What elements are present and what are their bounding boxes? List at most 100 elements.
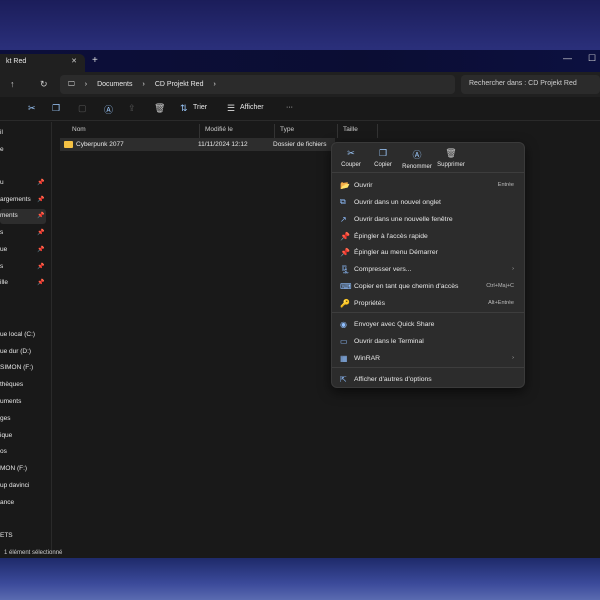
maximize-button[interactable]: ☐ [588,53,596,64]
pin-icon: 📌 [37,180,45,186]
tab-label: kt Red [6,58,27,65]
context-menu-item[interactable]: 📌 Épingler au menu Démarrer [336,244,522,260]
sidebar-item[interactable]: up davinci [0,479,46,494]
context-menu-item[interactable]: ◉ Envoyer avec Quick Share [336,316,522,332]
menu-item-label: WinRAR [354,354,381,362]
sidebar-item[interactable]: ue 📌 [0,243,46,258]
refresh-icon[interactable]: ↻ [40,79,48,90]
cut-icon[interactable]: ✂ [28,103,36,114]
chevron-icon: › [213,81,216,88]
sidebar-item-label: il [0,129,3,136]
sidebar-item-label: ges [0,415,11,422]
menu-item-label: Compresser vers... [354,265,412,273]
sidebar-item[interactable]: ance [0,496,46,511]
menu-item-shortcut: Entrée [497,182,514,188]
sidebar-item[interactable]: s 📌 [0,260,46,275]
sidebar-item-label: os [0,448,7,455]
new-tab-button[interactable]: + [92,55,98,66]
chevron-icon: › [142,81,145,88]
sidebar-item-label: MON (F:) [0,465,28,472]
more-options-icon: ⇱ [340,374,347,384]
tab-cd-projekt-red[interactable]: kt Red ✕ [0,54,85,72]
sidebar-item-label: ance [0,499,15,506]
pin-icon: 📌 [37,213,45,219]
rename-icon[interactable]: Ⓐ [104,103,113,116]
search-input[interactable]: Rechercher dans : CD Projekt Red [461,75,600,94]
sidebar-item[interactable]: s 📌 [0,226,46,241]
status-bar: 1 élément sélectionné [4,550,63,556]
file-row[interactable]: Cyberpunk 2077 11/11/2024 12:12 Dossier … [60,138,335,151]
column-modified[interactable]: Modifié le [200,124,275,138]
menu-item-label: Propriétés [354,299,385,307]
menu-item-shortcut: Ctrl+Maj+C [486,283,514,289]
menu-item-label: Afficher d'autres d'options [354,375,432,383]
pin-icon: 📌 [37,247,45,253]
sidebar-item[interactable]: ue local (C:) [0,328,46,343]
sidebar-item[interactable]: ges [0,412,46,427]
quick-copy-button[interactable]: ❐ Copier [364,148,402,168]
command-bar: ✂ ❐ ▢ Ⓐ ⇪ 🗑 ⇅ Trier ☰ Afficher ··· [0,97,600,121]
delete-icon[interactable]: 🗑 [154,103,165,114]
context-menu-item[interactable]: ⧉ Ouvrir dans un nouvel onglet [336,194,522,210]
context-menu: ✂ Couper ❐ Copier Ⓐ Renommer 🗑 Supprimer 📂 Ou… [331,142,525,388]
sidebar-item[interactable]: il [0,126,46,141]
column-name[interactable]: Nom [67,124,200,138]
sidebar-item-label: ille [0,279,8,286]
sidebar-item-label: ETS [0,532,13,539]
sidebar-item[interactable]: ue dur (D:) [0,345,46,360]
view-button[interactable]: Afficher [240,104,264,111]
context-menu-item[interactable]: ▦ WinRAR › [336,350,522,366]
title-bar: kt Red ✕ + — ☐ [0,50,600,72]
copy-icon[interactable]: ❐ [52,103,60,114]
context-menu-item[interactable]: 🗜 Compresser vers... › [336,261,522,277]
sidebar-item[interactable]: ETS [0,529,46,544]
menu-item-label: Envoyer avec Quick Share [354,320,435,328]
new-window-icon: ↗ [340,214,347,224]
context-menu-item[interactable]: ↗ Ouvrir dans une nouvelle fenêtre [336,211,522,227]
more-button[interactable]: ··· [286,104,293,111]
sidebar-item[interactable]: ments 📌 [0,209,46,224]
context-menu-item[interactable]: 🔑 Propriétés Alt+Entrée [336,295,522,311]
sidebar-item[interactable]: argements 📌 [0,193,46,208]
breadcrumb-documents[interactable]: Documents [97,81,132,88]
menu-item-label: Épingler à l'accès rapide [354,232,428,240]
pin-start-icon: 📌 [340,247,350,257]
quick-rename-button[interactable]: Ⓐ Renommer [398,148,436,170]
address-bar[interactable]: 🖵 › Documents › CD Projekt Red › [60,75,455,94]
sidebar-item[interactable]: u 📌 [0,176,46,191]
view-icon: ☰ [227,103,236,113]
menu-divider [332,312,524,313]
sidebar-item[interactable]: e [0,143,46,158]
sidebar-item-label: SIMON (F:) [0,364,34,371]
sidebar-item-label: s [0,229,4,236]
sidebar-item[interactable]: ique [0,429,46,444]
up-arrow-icon[interactable]: ↑ [10,79,15,89]
context-menu-item[interactable]: ⇱ Afficher d'autres d'options [336,371,522,387]
context-menu-item[interactable]: 📂 Ouvrir Entrée [336,177,522,193]
sidebar-item[interactable]: SIMON (F:) [0,361,46,376]
sidebar-item[interactable]: ille 📌 [0,276,46,291]
breadcrumb-cd-projekt-red[interactable]: CD Projekt Red [155,81,204,88]
paste-icon[interactable]: ▢ [78,103,87,114]
context-menu-item[interactable]: ⌨ Copier en tant que chemin d'accès Ctrl+M… [336,278,522,294]
close-tab-icon[interactable]: ✕ [71,57,77,65]
chevron-icon: › [84,81,88,88]
share-icon[interactable]: ⇪ [128,103,136,114]
context-menu-item[interactable]: ▭ Ouvrir dans le Terminal [336,333,522,349]
sidebar-item-label: ue local (C:) [0,331,36,338]
minimize-button[interactable]: — [563,53,572,63]
column-size[interactable]: Taille [338,124,378,138]
menu-divider [332,367,524,368]
quick-delete-button[interactable]: 🗑 Supprimer [432,148,470,168]
quick-label: Couper [341,162,361,168]
sidebar-item[interactable]: uments [0,395,46,410]
sidebar-item[interactable]: MON (F:) [0,462,46,477]
sort-icon: ⇅ [180,103,188,113]
column-type[interactable]: Type [275,124,338,138]
sidebar-item[interactable]: thèques [0,378,46,393]
sidebar-item[interactable]: os [0,445,46,460]
pc-icon: 🖵 [68,80,75,88]
sort-button[interactable]: Trier [193,104,207,111]
context-menu-item[interactable]: 📌 Épingler à l'accès rapide [336,228,522,244]
sidebar-item-label: thèques [0,381,24,388]
